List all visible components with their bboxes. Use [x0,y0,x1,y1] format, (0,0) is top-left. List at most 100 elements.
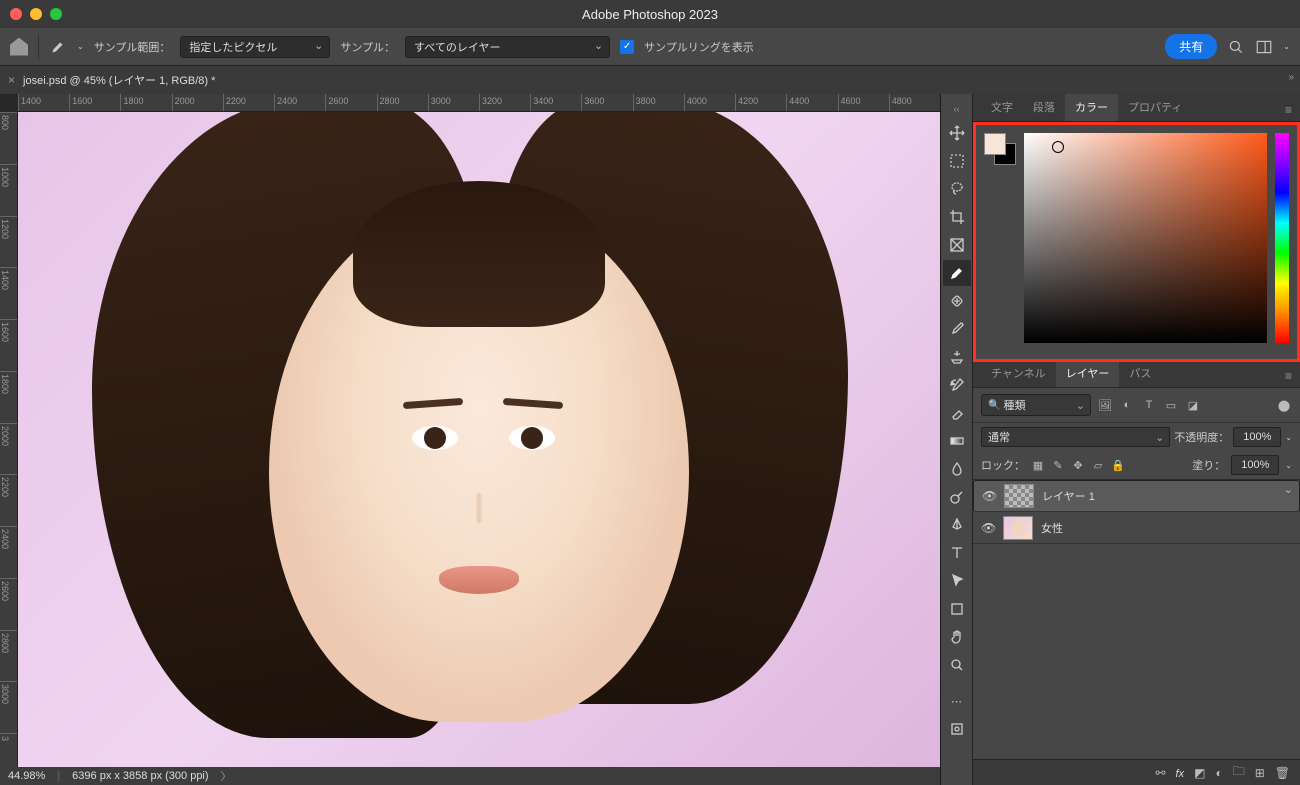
layers-panel-menu-icon[interactable]: ≡ [1277,365,1300,387]
blur-tool[interactable] [943,456,971,482]
type-tool[interactable] [943,540,971,566]
workspace-icon[interactable] [1255,38,1273,56]
lock-artboard-icon[interactable]: ▱ [1091,458,1105,472]
doc-dimensions[interactable]: 6396 px x 3858 px (300 ppi) [72,770,208,782]
ruler-tick: 1000 [0,164,17,216]
visibility-icon[interactable]: 👁 [982,489,996,503]
layer-item[interactable]: 👁 女性 [973,512,1300,544]
filter-type-icon[interactable]: T [1141,398,1157,412]
layer-filter-kind-select[interactable]: 種類 [981,394,1091,416]
ruler-tick: 3800 [633,94,684,111]
eyedropper-tool-icon[interactable] [49,38,67,56]
status-chevron-icon[interactable]: 〉 [221,768,232,784]
clone-stamp-tool[interactable] [943,344,971,370]
hand-tool[interactable] [943,624,971,650]
ruler-tick: 2800 [0,630,17,682]
sample-range-select[interactable]: 指定したピクセル [180,36,330,58]
move-tool[interactable] [943,120,971,146]
share-button[interactable]: 共有 [1165,34,1217,59]
layer-name[interactable]: 女性 [1041,520,1063,536]
minimize-window-button[interactable] [30,8,42,20]
path-select-tool[interactable] [943,568,971,594]
vertical-ruler[interactable]: 8001000120014001600180020002200240026002… [0,112,18,785]
lock-transparency-icon[interactable]: ▦ [1031,458,1045,472]
more-tools-icon[interactable]: ⋯ [943,688,971,714]
fill-value[interactable]: 100% [1231,455,1279,475]
ruler-tick: 1600 [69,94,120,111]
panel-tab[interactable]: レイヤー [1056,359,1120,387]
ruler-tick: 4800 [889,94,940,111]
filter-smart-icon[interactable]: ◪ [1185,398,1201,412]
horizontal-ruler[interactable]: 1400160018002000220024002600280030003200… [18,94,940,112]
ruler-tick: 4400 [786,94,837,111]
collapse-icon[interactable]: ‹‹ [950,100,964,118]
panel-tab[interactable]: プロパティ [1118,93,1192,121]
canvas[interactable] [18,112,940,785]
ruler-tick: 1800 [120,94,171,111]
close-window-button[interactable] [10,8,22,20]
panel-tab[interactable]: 段落 [1023,93,1065,121]
panel-tab[interactable]: パス [1119,359,1161,387]
pen-tool[interactable] [943,512,971,538]
panel-menu-icon[interactable]: ≡ [1277,99,1300,121]
color-picker-indicator[interactable] [1052,141,1064,153]
filter-shape-icon[interactable]: ▭ [1163,398,1179,412]
dodge-tool[interactable] [943,484,971,510]
home-button[interactable] [10,38,28,56]
zoom-level[interactable]: 44.98% [8,770,45,782]
lock-all-icon[interactable]: 🔒 [1111,458,1125,472]
search-icon[interactable] [1227,38,1245,56]
visibility-icon[interactable]: 👁 [981,521,995,535]
edit-toolbar-icon[interactable] [943,716,971,742]
layer-thumbnail[interactable] [1003,516,1033,540]
sample-range-label: サンプル範囲： [94,39,171,55]
filter-toggle-icon[interactable]: ⬤ [1276,398,1292,412]
fg-bg-swatches[interactable] [984,133,1016,165]
hue-slider[interactable] [1275,133,1289,343]
fill-chevron-icon[interactable]: ⌄ [1285,461,1292,470]
eyedropper-tool[interactable] [943,260,971,286]
filter-adjust-icon[interactable]: ◐ [1119,398,1135,412]
lock-pixels-icon[interactable]: ✎ [1051,458,1065,472]
close-tab-icon[interactable]: × [8,73,15,87]
lock-position-icon[interactable]: ✥ [1071,458,1085,472]
ruler-tick: 800 [0,112,17,164]
crop-tool[interactable] [943,204,971,230]
panel-tab[interactable]: 文字 [981,93,1023,121]
opacity-chevron-icon[interactable]: ⌄ [1285,433,1292,442]
panel-expand-icon[interactable]: » [1288,72,1294,83]
document-tab-bar: × josei.psd @ 45% (レイヤー 1, RGB/8) * » [0,66,1300,94]
layer-item[interactable]: 👁 レイヤー 1 [973,480,1300,512]
eraser-tool[interactable] [943,400,971,426]
document-image [18,112,940,785]
gradient-tool[interactable] [943,428,971,454]
saturation-value-field[interactable] [1024,133,1267,343]
panel-tab[interactable]: カラー [1065,93,1118,121]
brush-tool[interactable] [943,316,971,342]
zoom-window-button[interactable] [50,8,62,20]
workspace-chevron-icon[interactable]: ⌄ [1283,42,1290,51]
app-title: Adobe Photoshop 2023 [582,7,718,22]
document-tab-title: josei.psd @ 45% (レイヤー 1, RGB/8) * [23,72,215,88]
opacity-value[interactable]: 100% [1233,427,1281,447]
opacity-label: 不透明度： [1174,429,1229,445]
shape-tool[interactable] [943,596,971,622]
history-brush-tool[interactable] [943,372,971,398]
lasso-tool[interactable] [943,176,971,202]
tool-preset-chevron-icon[interactable]: ⌄ [77,42,84,51]
healing-tool[interactable] [943,288,971,314]
sample-ring-checkbox[interactable]: ✓ [620,40,634,54]
vertical-toolbar: ‹‹ ⋯ [941,94,973,785]
blend-mode-select[interactable]: 通常 [981,427,1170,447]
layer-thumbnail[interactable] [1004,484,1034,508]
foreground-swatch[interactable] [984,133,1006,155]
zoom-tool[interactable] [943,652,971,678]
layer-name[interactable]: レイヤー 1 [1042,488,1095,504]
ruler-tick: 1800 [0,371,17,423]
document-tab[interactable]: × josei.psd @ 45% (レイヤー 1, RGB/8) * [8,72,215,88]
panel-tab[interactable]: チャンネル [981,359,1056,387]
sample-select[interactable]: すべてのレイヤー [405,36,610,58]
frame-tool[interactable] [943,232,971,258]
marquee-tool[interactable] [943,148,971,174]
filter-image-icon[interactable]: 🖼 [1097,398,1113,412]
